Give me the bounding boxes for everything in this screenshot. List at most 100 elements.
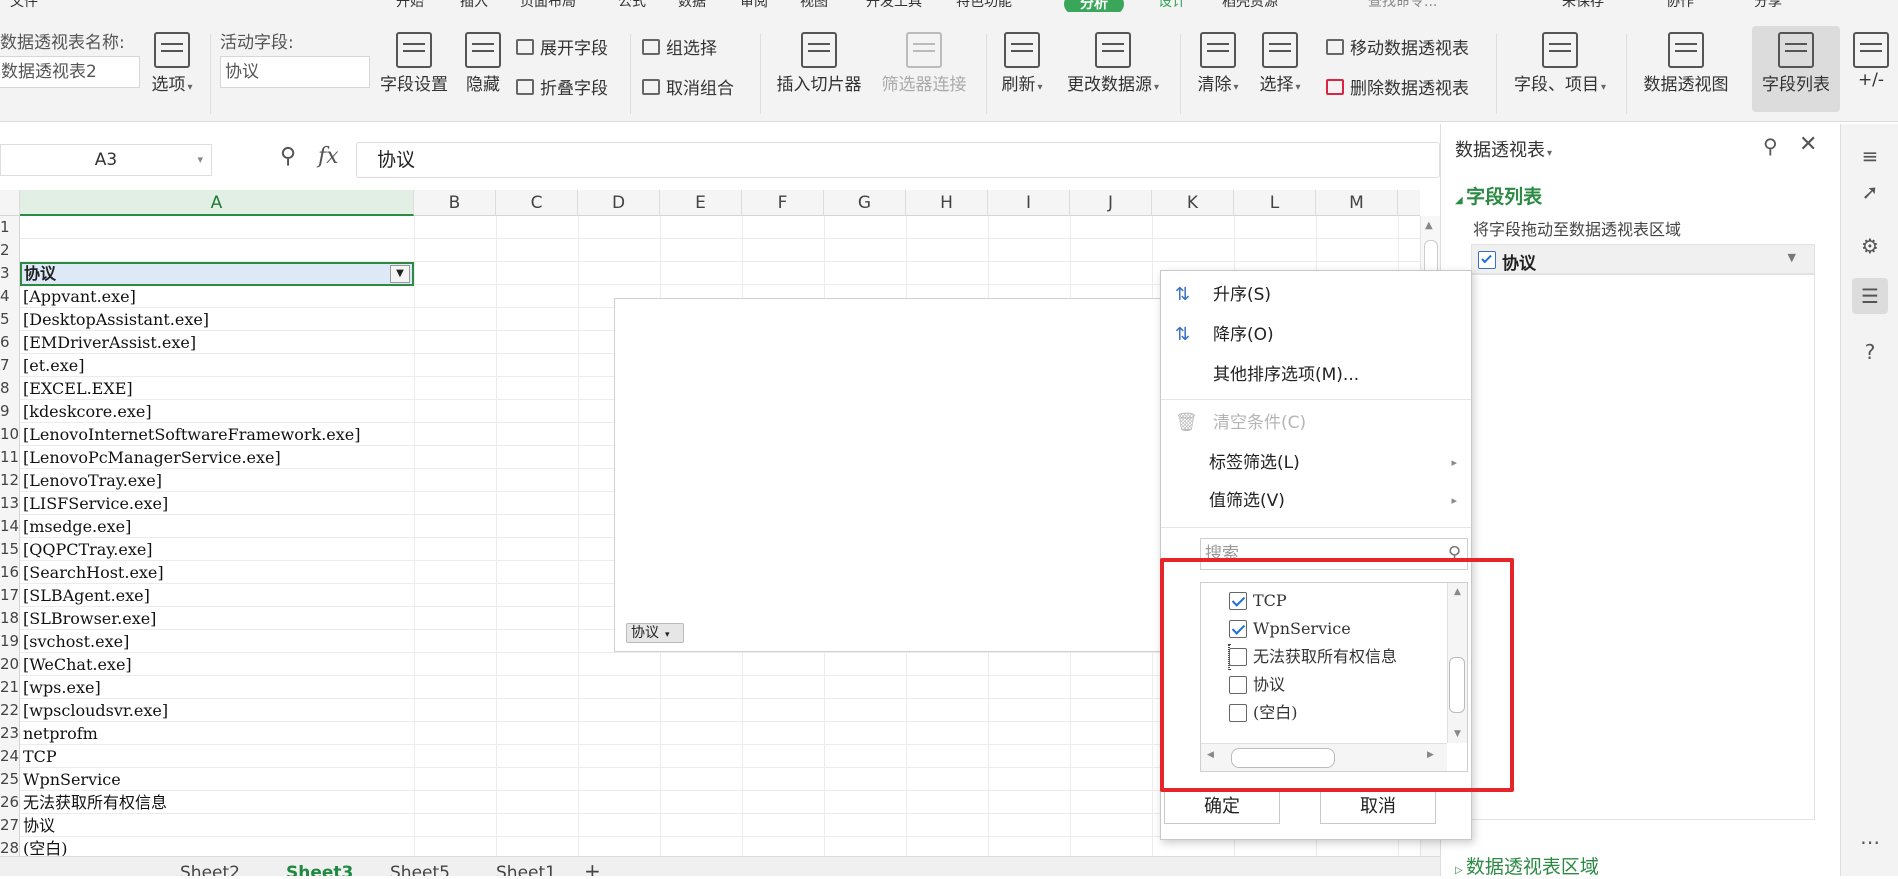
fx-button[interactable]: fx xyxy=(318,144,339,169)
col-header-a[interactable]: A xyxy=(20,190,414,216)
more-icon[interactable]: ⋯ xyxy=(1852,824,1888,860)
filter-dropdown-button[interactable]: ▼ xyxy=(390,265,410,283)
cell-a-value[interactable]: [WeChat.exe] xyxy=(23,653,132,676)
tab-file[interactable]: 文件 xyxy=(10,0,38,11)
delete-pivot-button[interactable]: 删除数据透视表 xyxy=(1326,74,1469,99)
col-header-g[interactable]: G xyxy=(824,190,906,216)
cell-a-value[interactable]: 协议 xyxy=(23,814,55,837)
expand-field-button[interactable]: 展开字段 xyxy=(516,34,608,59)
pivot-areas-heading[interactable]: ▷ 数据透视表区域 xyxy=(1455,852,1599,879)
col-header-i[interactable]: I xyxy=(988,190,1070,216)
tab-review[interactable]: 审阅 xyxy=(740,0,768,11)
label-filter-item[interactable]: 标签筛选(L) ▸ xyxy=(1161,445,1471,481)
col-header-h[interactable]: H xyxy=(906,190,988,216)
row-number[interactable]: 23 xyxy=(0,722,20,745)
tab-data[interactable]: 数据 xyxy=(678,0,706,11)
table-row[interactable]: 2 xyxy=(0,239,1420,262)
sheet-tab-sheet5[interactable]: Sheet5 xyxy=(390,863,450,876)
tab-formulas[interactable]: 公式 xyxy=(618,0,646,11)
row-number[interactable]: 13 xyxy=(0,492,20,515)
sheet-tab-sheet1[interactable]: Sheet1 xyxy=(496,863,556,876)
select-all-corner[interactable] xyxy=(0,190,20,216)
cell-a-value[interactable]: [msedge.exe] xyxy=(23,515,131,538)
row-number[interactable]: 15 xyxy=(0,538,20,561)
col-header-c[interactable]: C xyxy=(496,190,578,216)
field-item-protocol[interactable]: 协议 ▼ xyxy=(1471,244,1815,274)
tab-analyze[interactable]: 分析 xyxy=(1064,0,1124,12)
tab-page-layout[interactable]: 页面布局 xyxy=(520,0,576,11)
row-number[interactable]: 7 xyxy=(0,354,20,377)
move-pivot-button[interactable]: 移动数据透视表 xyxy=(1326,34,1469,59)
close-icon[interactable]: ✕ xyxy=(1799,132,1817,157)
row-number[interactable]: 24 xyxy=(0,745,20,768)
cell-a-value[interactable]: [DesktopAssistant.exe] xyxy=(23,308,209,331)
cell-a-value[interactable]: [LenovoInternetSoftwareFramework.exe] xyxy=(23,423,361,446)
field-dropdown-icon[interactable]: ▼ xyxy=(1788,251,1796,264)
insert-slicer-button[interactable]: 插入切片器 xyxy=(772,32,866,95)
pin-icon[interactable]: ⚲ xyxy=(1763,134,1778,158)
more-sort-options-item[interactable]: 其他排序选项(M)... xyxy=(1161,357,1471,393)
tab-dev-tools[interactable]: 开发工具 xyxy=(866,0,922,11)
sort-descending-item[interactable]: ⇅ 降序(O) xyxy=(1161,317,1471,353)
cell-a-value[interactable]: [Appvant.exe] xyxy=(23,285,136,308)
command-search[interactable]: 查找命令... xyxy=(1368,0,1437,11)
clear-condition-item[interactable]: 🗑 清空条件(C) xyxy=(1161,405,1471,441)
row-number[interactable]: 6 xyxy=(0,331,20,354)
options-button[interactable]: 选项 ▾ xyxy=(148,32,196,95)
sheet-tab-sheet3[interactable]: Sheet3 xyxy=(286,863,353,876)
help-icon[interactable]: ? xyxy=(1852,334,1888,370)
collapse-lines-icon[interactable]: ≡ xyxy=(1852,138,1888,174)
plus-minus-button[interactable]: +/- xyxy=(1846,32,1896,90)
row-number[interactable]: 2 xyxy=(0,239,20,262)
cell-a-value[interactable]: [LenovoTray.exe] xyxy=(23,469,162,492)
table-row[interactable]: 1 xyxy=(0,216,1420,239)
panel-title[interactable]: 数据透视表 ▾ xyxy=(1455,136,1552,162)
cell-a-value[interactable]: WpnService xyxy=(23,768,121,791)
row-number[interactable]: 1 xyxy=(0,216,20,239)
cell-a-value[interactable]: netprofm xyxy=(23,722,98,745)
tab-home[interactable]: 开始 xyxy=(396,0,424,11)
field-checkbox[interactable] xyxy=(1478,251,1496,269)
row-number[interactable]: 9 xyxy=(0,400,20,423)
field-settings-button[interactable]: 字段设置 xyxy=(376,32,452,95)
col-header-l[interactable]: L xyxy=(1234,190,1316,216)
row-number[interactable]: 5 xyxy=(0,308,20,331)
cell-a-value[interactable]: [wpscloudsvr.exe] xyxy=(23,699,168,722)
row-number[interactable]: 26 xyxy=(0,791,20,814)
sheet-tab-sheet2[interactable]: Sheet2 xyxy=(180,863,240,876)
row-number[interactable]: 3 xyxy=(0,262,20,285)
cancel-button[interactable]: 取消 xyxy=(1320,790,1436,824)
col-header-d[interactable]: D xyxy=(578,190,660,216)
pivot-chart-area[interactable] xyxy=(614,298,1164,652)
row-number[interactable]: 22 xyxy=(0,699,20,722)
tab-insert[interactable]: 插入 xyxy=(460,0,488,11)
ungroup-button[interactable]: 取消组合 xyxy=(642,74,734,99)
tab-special[interactable]: 特色功能 xyxy=(956,0,1012,11)
row-number[interactable]: 20 xyxy=(0,653,20,676)
row-number[interactable]: 27 xyxy=(0,814,20,837)
row-number[interactable]: 17 xyxy=(0,584,20,607)
filter-connections-button[interactable]: 筛选器连接 xyxy=(872,32,976,95)
pivot-chart-button[interactable]: 数据透视图 xyxy=(1638,32,1734,95)
row-number[interactable]: 16 xyxy=(0,561,20,584)
collapse-field-button[interactable]: 折叠字段 xyxy=(516,74,608,99)
tab-design[interactable]: 设计 xyxy=(1158,0,1186,11)
cell-a-value[interactable]: [EMDriverAssist.exe] xyxy=(23,331,196,354)
pivot-chart-field-button[interactable]: 协议 ▾ xyxy=(626,623,684,643)
fields-items-button[interactable]: 字段、项目 ▾ xyxy=(1508,32,1612,95)
cell-a-value[interactable]: [kdeskcore.exe] xyxy=(23,400,152,423)
collab-button[interactable]: 协作 xyxy=(1666,0,1694,11)
row-number[interactable]: 18 xyxy=(0,607,20,630)
select-button[interactable]: 选择 ▾ xyxy=(1254,32,1306,95)
zoom-search-icon[interactable]: ⚲ xyxy=(280,144,296,169)
row-number[interactable]: 4 xyxy=(0,285,20,308)
col-header-e[interactable]: E xyxy=(660,190,742,216)
change-source-button[interactable]: 更改数据源 ▾ xyxy=(1058,32,1168,95)
add-sheet-button[interactable]: + xyxy=(584,859,601,876)
hide-button[interactable]: 隐藏 xyxy=(462,32,504,95)
row-number[interactable]: 8 xyxy=(0,377,20,400)
cell-a-value[interactable]: [EXCEL.EXE] xyxy=(23,377,133,400)
cell-a-value[interactable]: [LISFService.exe] xyxy=(23,492,168,515)
col-header-f[interactable]: F xyxy=(742,190,824,216)
row-number[interactable]: 12 xyxy=(0,469,20,492)
